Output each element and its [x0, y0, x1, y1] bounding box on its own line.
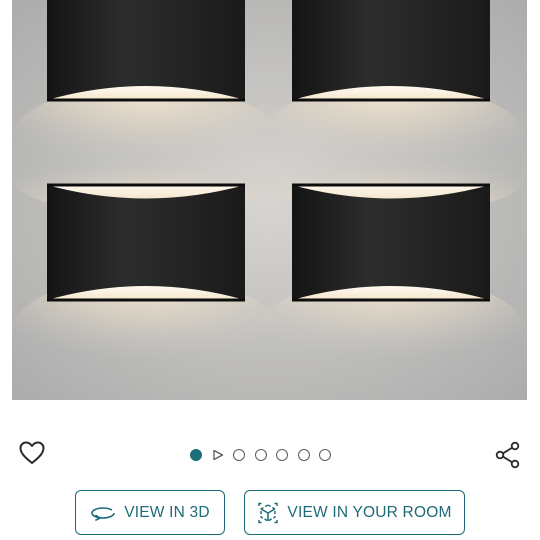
view-in-3d-button[interactable]: VIEW IN 3D	[75, 490, 225, 535]
play-icon	[212, 449, 223, 461]
product-image[interactable]	[12, 0, 527, 400]
carousel-dot-video[interactable]	[212, 449, 224, 461]
wall-sconce-photo	[12, 0, 527, 400]
view-in-your-room-label: VIEW IN YOUR ROOM	[287, 503, 452, 521]
ar-cube-icon	[257, 502, 279, 524]
carousel-dot-6[interactable]	[297, 449, 310, 461]
view-in-your-room-button[interactable]: VIEW IN YOUR ROOM	[244, 490, 465, 535]
product-detail-page: VIEW IN 3D VIEW IN YOUR ROOM	[0, 0, 540, 540]
carousel-dot-3[interactable]	[233, 449, 245, 461]
heart-outline-icon	[19, 441, 45, 464]
carousel-indicator	[190, 446, 331, 464]
share-icon	[495, 441, 520, 469]
view-in-3d-label: VIEW IN 3D	[124, 503, 210, 521]
share-button[interactable]	[493, 440, 523, 470]
carousel-dot-5[interactable]	[276, 449, 288, 461]
wishlist-button[interactable]	[17, 438, 47, 468]
carousel-dot-4[interactable]	[254, 449, 267, 461]
carousel-dot-1[interactable]	[190, 449, 202, 461]
rotate-3d-icon	[90, 505, 116, 521]
carousel-dot-7[interactable]	[319, 449, 331, 461]
